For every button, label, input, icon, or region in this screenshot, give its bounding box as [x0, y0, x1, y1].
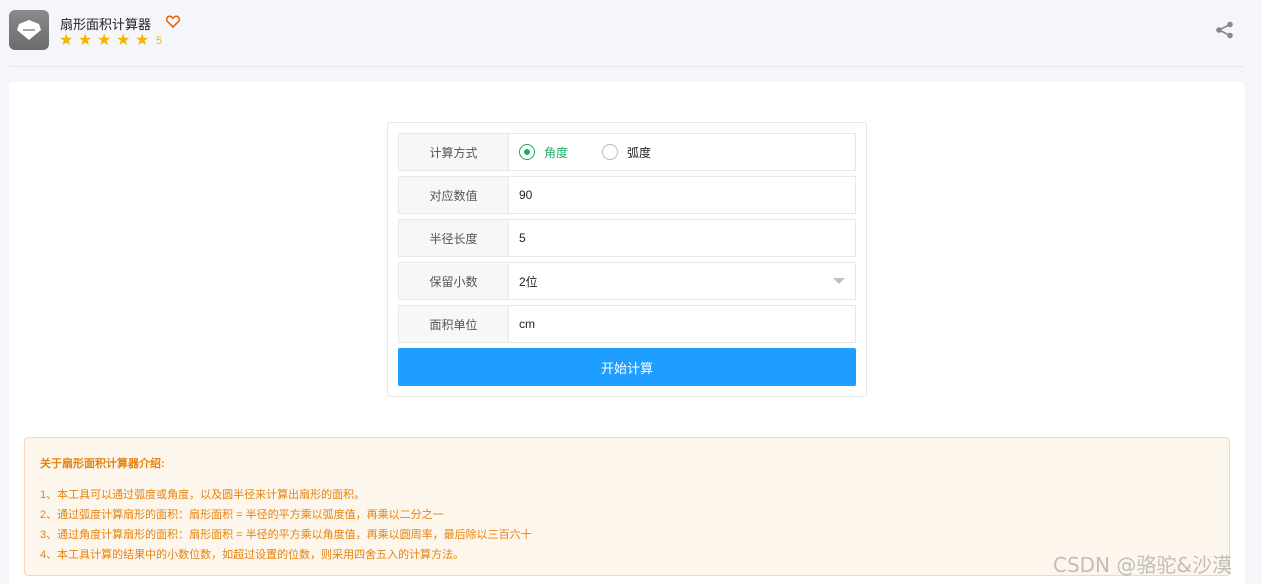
share-icon[interactable] [1215, 21, 1234, 44]
rating-stars: ★ ★ ★ ★ ★ 5 [59, 33, 162, 49]
intro-line: 4、本工具计算的结果中的小数位数，如超过设置的位数，则采用四舍五入的计算方法。 [40, 549, 465, 561]
calculator-form: 计算方式 角度 弧度 对应数值 90 半径长度 5 保留小数 2位 面积单位 c… [387, 122, 867, 397]
intro-line: 2、通过弧度计算扇形的面积：扇形面积 = 半径的平方乘以弧度值，再乘以二分之一 [40, 509, 444, 521]
radio-unselected-icon[interactable] [602, 144, 619, 160]
intro-line: 1、本工具可以通过弧度或角度，以及圆半径来计算出扇形的面积。 [40, 489, 366, 501]
star-icon: ★ [78, 32, 93, 49]
method-label: 计算方式 [399, 134, 509, 170]
header-divider [9, 66, 1244, 67]
radio-angle[interactable]: 角度 [519, 144, 568, 161]
value-input[interactable]: 90 [509, 177, 855, 213]
intro-line: 3、通过角度计算扇形的面积：扇形面积 = 半径的平方乘以角度值，再乘以圆周率，最… [40, 529, 532, 541]
gem-icon [9, 10, 49, 50]
main-panel: 计算方式 角度 弧度 对应数值 90 半径长度 5 保留小数 2位 面积单位 c… [9, 82, 1245, 584]
intro-title: 关于扇形面积计算器介绍: [40, 458, 165, 470]
radius-label: 半径长度 [399, 220, 509, 256]
radio-radian[interactable]: 弧度 [602, 144, 651, 161]
app-header: 扇形面积计算器 ★ ★ ★ ★ ★ 5 [0, 0, 1262, 66]
radio-angle-label: 角度 [544, 145, 569, 160]
start-calculate-button[interactable]: 开始计算 [398, 348, 856, 386]
method-options: 角度 弧度 [509, 134, 855, 170]
radius-input[interactable]: 5 [509, 220, 855, 256]
unit-row: 面积单位 cm [398, 305, 856, 343]
star-icon: ★ [135, 32, 150, 49]
radio-radian-label: 弧度 [627, 145, 652, 160]
intro-box: 关于扇形面积计算器介绍: 1、本工具可以通过弧度或角度，以及圆半径来计算出扇形的… [24, 437, 1230, 576]
unit-label: 面积单位 [399, 306, 509, 342]
value-row: 对应数值 90 [398, 176, 856, 214]
chevron-down-icon[interactable] [833, 278, 845, 284]
heart-icon[interactable] [165, 15, 181, 33]
page-title: 扇形面积计算器 [60, 17, 152, 32]
decimals-label: 保留小数 [399, 263, 509, 299]
radius-row: 半径长度 5 [398, 219, 856, 257]
decimals-value: 2位 [519, 274, 538, 289]
decimals-select[interactable]: 2位 [509, 263, 855, 299]
star-icon: ★ [97, 32, 112, 49]
value-label: 对应数值 [399, 177, 509, 213]
decimals-row: 保留小数 2位 [398, 262, 856, 300]
star-icon: ★ [116, 32, 131, 49]
method-row: 计算方式 角度 弧度 [398, 133, 856, 171]
radio-selected-icon[interactable] [519, 144, 535, 160]
star-icon: ★ [59, 32, 74, 49]
watermark: CSDN @骆驼&沙漠 [1053, 553, 1232, 577]
rating-value: 5 [156, 35, 163, 47]
unit-input[interactable]: cm [509, 306, 855, 342]
